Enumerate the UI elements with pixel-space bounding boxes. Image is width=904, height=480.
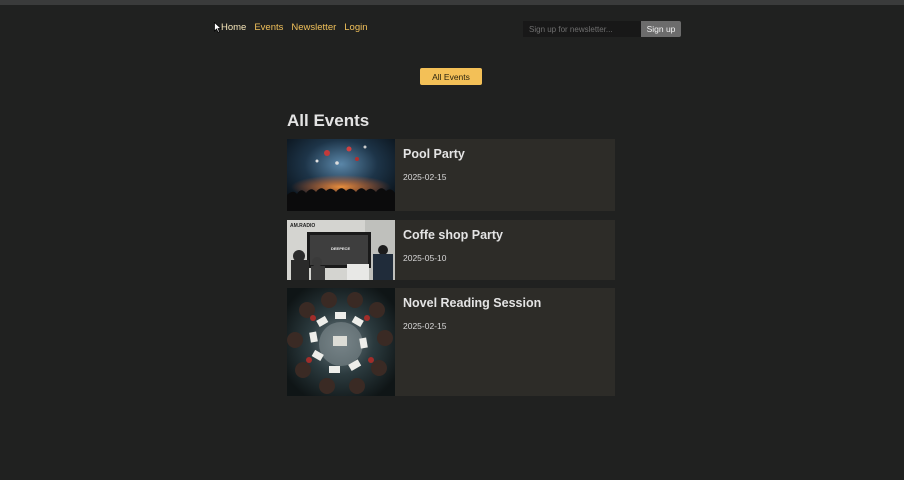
event-image-studio-screen: AM.RADIO DEEPECE bbox=[287, 220, 395, 280]
event-title: Coffe shop Party bbox=[403, 228, 504, 242]
nav-link-home[interactable]: Home bbox=[221, 21, 246, 34]
event-image-reading-circle bbox=[287, 288, 395, 396]
event-date: 2025-02-15 bbox=[403, 172, 447, 182]
event-image-screen-text: DEEPECE bbox=[331, 246, 350, 251]
page-title: All Events bbox=[287, 111, 370, 130]
event-image-sign-text: AM.RADIO bbox=[290, 223, 315, 229]
event-card-body: Pool Party 2025-02-15 bbox=[395, 139, 473, 211]
event-date: 2025-02-15 bbox=[403, 321, 447, 331]
nav-link-newsletter[interactable]: Newsletter bbox=[291, 21, 336, 34]
event-card-body: Novel Reading Session 2025-02-15 bbox=[395, 288, 549, 396]
all-events-filter-button[interactable]: All Events bbox=[420, 68, 482, 85]
newsletter-signup-button[interactable]: Sign up bbox=[641, 21, 681, 37]
event-date: 2025-05-10 bbox=[403, 253, 447, 263]
event-title: Pool Party bbox=[403, 147, 465, 161]
event-title: Novel Reading Session bbox=[403, 296, 542, 310]
nav-link-login[interactable]: Login bbox=[344, 21, 367, 34]
newsletter-signup-form: Sign up bbox=[523, 21, 681, 37]
event-card-novel-reading-session[interactable]: Novel Reading Session 2025-02-15 bbox=[287, 288, 615, 396]
main-nav: Home Events Newsletter Login bbox=[221, 21, 368, 34]
nav-link-events[interactable]: Events bbox=[254, 21, 283, 34]
event-card-coffe-shop-party[interactable]: AM.RADIO DEEPECE Coffe shop Party 2025-0… bbox=[287, 220, 615, 280]
event-image-concert-crowd bbox=[287, 139, 395, 211]
newsletter-email-input[interactable] bbox=[523, 21, 641, 37]
event-card-pool-party[interactable]: Pool Party 2025-02-15 bbox=[287, 139, 615, 211]
event-card-body: Coffe shop Party 2025-05-10 bbox=[395, 220, 511, 280]
browser-top-strip bbox=[0, 0, 904, 5]
